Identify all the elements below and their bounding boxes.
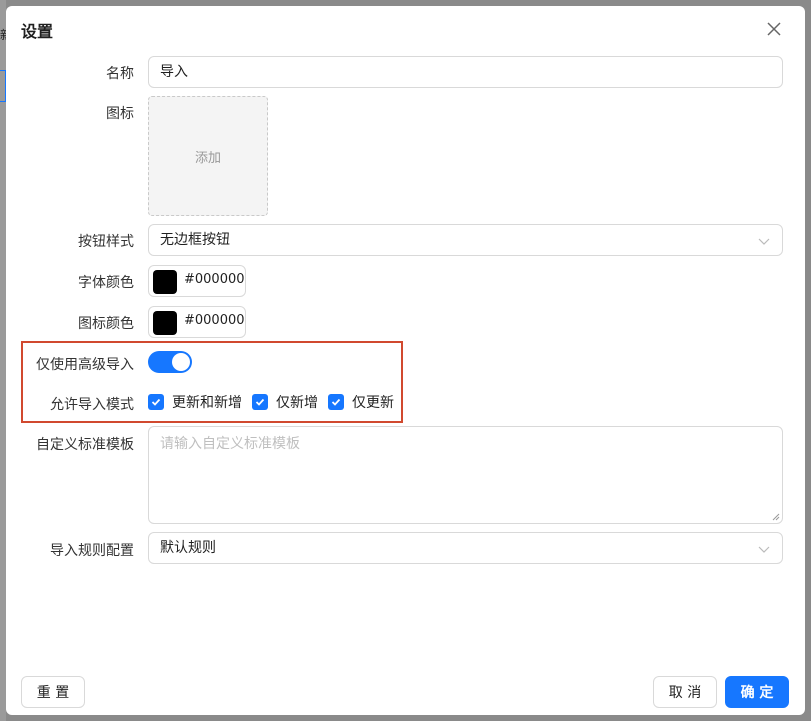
template-textarea[interactable]: 请输入自定义标准模板	[148, 426, 783, 524]
import-modes-group: 更新和新增 仅新增 仅更新	[148, 392, 404, 412]
switch-knob	[172, 353, 190, 371]
font-color-value: #000000	[184, 272, 245, 287]
font-color-label: 字体颜色	[78, 275, 134, 291]
button-style-select[interactable]: 无边框按钮	[148, 224, 783, 256]
mode-checkbox-update-only[interactable]: 仅更新	[328, 392, 394, 412]
icon-label: 图标	[106, 106, 134, 122]
settings-dialog: 设置 名称 导入 图标 添加 按钮样式 无边框按钮 字体颜色 #000000 图…	[6, 6, 805, 715]
check-icon	[148, 394, 164, 410]
upload-label: 添加	[194, 150, 221, 166]
advanced-import-label: 仅使用高级导入	[36, 357, 134, 373]
dialog-title: 设置	[21, 22, 54, 41]
chevron-down-icon	[758, 546, 770, 553]
name-input[interactable]: 导入	[148, 56, 783, 88]
import-modes-label: 允许导入模式	[50, 397, 134, 413]
icon-color-value: #000000	[184, 313, 245, 328]
icon-color-label: 图标颜色	[78, 316, 134, 332]
check-icon	[328, 394, 344, 410]
advanced-import-switch[interactable]	[148, 351, 192, 373]
chevron-down-icon	[758, 238, 770, 245]
name-label: 名称	[106, 66, 134, 82]
mode-checkbox-add-only[interactable]: 仅新增	[252, 392, 318, 412]
button-style-value: 无边框按钮	[160, 232, 230, 248]
icon-color-swatch	[153, 311, 177, 335]
check-icon	[252, 394, 268, 410]
rule-config-value: 默认规则	[160, 540, 216, 556]
template-label: 自定义标准模板	[36, 437, 134, 453]
mode-label: 仅新增	[276, 395, 318, 411]
icon-upload-button[interactable]: 添加	[148, 96, 268, 216]
rule-config-label: 导入规则配置	[50, 543, 134, 559]
mode-label: 更新和新增	[172, 395, 242, 411]
resize-handle-icon[interactable]	[772, 513, 780, 521]
confirm-button[interactable]: 确 定	[725, 676, 789, 708]
font-color-swatch	[153, 270, 177, 294]
icon-color-picker[interactable]: #000000	[148, 306, 246, 338]
cancel-button[interactable]: 取 消	[653, 676, 717, 708]
rule-config-select[interactable]: 默认规则	[148, 532, 783, 564]
close-icon[interactable]	[765, 20, 783, 38]
font-color-picker[interactable]: #000000	[148, 265, 246, 297]
reset-button[interactable]: 重 置	[21, 676, 85, 708]
mode-checkbox-update-and-add[interactable]: 更新和新增	[148, 392, 242, 412]
button-style-label: 按钮样式	[78, 234, 134, 250]
template-placeholder: 请输入自定义标准模板	[160, 436, 300, 452]
mode-label: 仅更新	[352, 395, 394, 411]
